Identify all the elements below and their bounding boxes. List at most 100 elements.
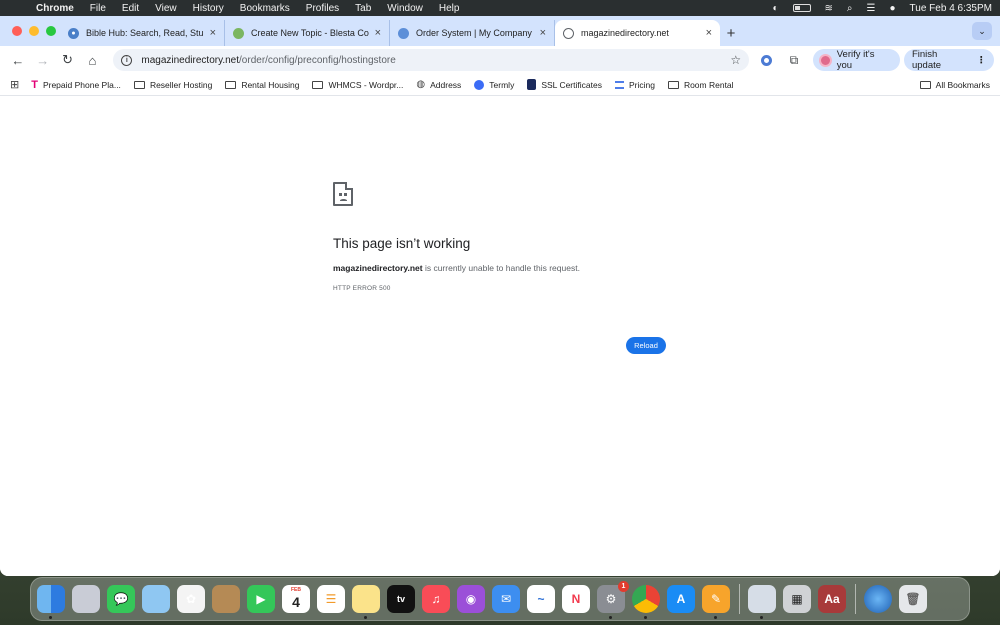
- menu-app-chrome[interactable]: Chrome: [36, 3, 74, 14]
- downloads-globe-icon[interactable]: [864, 585, 892, 613]
- menubar-clock[interactable]: Tue Feb 4 6:35PM: [910, 3, 992, 14]
- termly-icon: [474, 79, 485, 90]
- pages-icon[interactable]: ✎: [702, 585, 730, 619]
- app-store-icon[interactable]: A: [667, 585, 695, 613]
- folder-icon: [312, 80, 324, 89]
- address-bar[interactable]: i magazinedirectory.net /order/config/pr…: [113, 49, 750, 71]
- podcasts-icon[interactable]: ◉: [457, 585, 485, 613]
- menu-tab[interactable]: Tab: [355, 3, 371, 14]
- bookmark-label: SSL Certificates: [541, 79, 602, 90]
- close-tab-icon[interactable]: ×: [375, 27, 381, 39]
- freeform-icon[interactable]: ~: [527, 585, 555, 613]
- folder-icon: [133, 80, 145, 89]
- notes-icon[interactable]: [352, 585, 380, 619]
- error-desc-text: is currently unable to handle this reque…: [422, 263, 580, 273]
- wifi-icon[interactable]: ≋: [825, 3, 833, 14]
- tab-title: Bible Hub: Search, Read, Stu: [86, 28, 204, 38]
- calendar-month: FEB: [291, 587, 301, 593]
- launchpad-icon[interactable]: [72, 585, 100, 613]
- bookmark-prepaid-phone[interactable]: T Prepaid Phone Pla...: [31, 79, 121, 91]
- home-icon[interactable]: ⌂: [81, 48, 105, 72]
- tv-label: tv: [396, 594, 405, 604]
- finder-icon[interactable]: [37, 585, 65, 619]
- order-system-favicon-icon: [398, 27, 409, 39]
- apple-tv-icon[interactable]: tv: [387, 585, 415, 613]
- reload-icon[interactable]: ↻: [56, 48, 80, 72]
- maps-icon[interactable]: [142, 585, 170, 613]
- pricing-icon: [614, 80, 624, 89]
- bookmark-whmcs[interactable]: WHMCS - Wordpr...: [312, 80, 403, 90]
- folder-icon: [919, 80, 931, 89]
- menu-edit[interactable]: Edit: [122, 3, 139, 14]
- finish-update-label: Finish update: [911, 49, 942, 71]
- tab-blesta[interactable]: Create New Topic - Blesta Co ×: [225, 20, 390, 46]
- menu-profiles[interactable]: Profiles: [306, 3, 339, 14]
- bookmark-label: Room Rental: [683, 79, 734, 90]
- folder-icon: [225, 80, 237, 89]
- extension-circle-icon[interactable]: [755, 49, 777, 71]
- bookmark-pricing[interactable]: Pricing: [614, 80, 655, 90]
- news-icon[interactable]: N: [562, 585, 590, 613]
- close-tab-icon[interactable]: ×: [540, 27, 546, 39]
- dictionary-icon[interactable]: Aa: [818, 585, 846, 613]
- preview-icon[interactable]: [748, 585, 776, 619]
- spotlight-search-icon[interactable]: ⌕: [847, 3, 853, 14]
- battery-icon[interactable]: [792, 4, 811, 12]
- contacts-icon[interactable]: [212, 585, 240, 613]
- tab-search-chevron-icon[interactable]: ⌄: [972, 22, 992, 40]
- error-description: magazinedirectory.net is currently unabl…: [333, 263, 673, 273]
- tab-bible-hub[interactable]: ● Bible Hub: Search, Read, Stu ×: [60, 20, 225, 46]
- extensions-puzzle-icon[interactable]: ⧉: [783, 49, 805, 71]
- menu-window[interactable]: Window: [387, 3, 423, 14]
- focus-moon-icon[interactable]: ◐: [772, 3, 778, 14]
- system-settings-icon[interactable]: ⚙ 1: [597, 581, 629, 619]
- bookmark-room-rental[interactable]: Room Rental: [667, 79, 734, 90]
- messages-icon[interactable]: 💬: [107, 585, 135, 613]
- tab-order-system[interactable]: Order System | My Company ×: [390, 20, 555, 46]
- bookmark-rental-housing[interactable]: Rental Housing: [225, 80, 299, 90]
- menu-view[interactable]: View: [155, 3, 177, 14]
- facetime-icon[interactable]: ▶: [247, 585, 275, 613]
- bookmark-reseller-hosting[interactable]: Reseller Hosting: [133, 80, 212, 90]
- chrome-icon[interactable]: [632, 585, 660, 619]
- reminders-icon[interactable]: ☰: [317, 585, 345, 613]
- all-bookmarks-label: All Bookmarks: [935, 79, 990, 90]
- menu-bookmarks[interactable]: Bookmarks: [240, 3, 290, 14]
- verify-label: Verify it's you: [836, 49, 875, 71]
- bookmark-ssl-certificates[interactable]: SSL Certificates: [527, 79, 602, 90]
- kebab-menu-icon[interactable]: ⋮: [977, 55, 987, 66]
- bookmark-address[interactable]: ◍ Address: [416, 79, 461, 90]
- control-center-icon[interactable]: ☰: [867, 3, 876, 14]
- verify-profile-button[interactable]: Verify it's you: [812, 49, 900, 71]
- back-arrow-icon[interactable]: ←: [6, 48, 30, 72]
- minimize-window-button[interactable]: [29, 26, 39, 36]
- bookmark-termly[interactable]: Termly: [474, 79, 514, 90]
- music-icon[interactable]: ♫: [422, 585, 450, 613]
- menu-help[interactable]: Help: [439, 3, 460, 14]
- apps-grid-icon[interactable]: ⊞: [10, 78, 19, 91]
- bible-hub-favicon-icon: ●: [68, 27, 79, 39]
- finish-update-button[interactable]: Finish update ⋮: [903, 49, 995, 71]
- new-tab-button[interactable]: +: [720, 20, 742, 46]
- bookmark-star-icon[interactable]: ☆: [730, 53, 741, 67]
- menu-file[interactable]: File: [90, 3, 106, 14]
- bookmark-label: Prepaid Phone Pla...: [42, 79, 121, 90]
- menu-history[interactable]: History: [193, 3, 224, 14]
- photos-icon[interactable]: ✿: [177, 585, 205, 613]
- siri-icon[interactable]: ●: [890, 3, 896, 14]
- reload-button[interactable]: Reload: [626, 337, 666, 354]
- zoom-window-button[interactable]: [46, 26, 56, 36]
- mail-icon[interactable]: ✉: [492, 585, 520, 613]
- folder-icon: [667, 80, 679, 89]
- close-window-button[interactable]: [12, 26, 22, 36]
- calendar-icon[interactable]: FEB 4: [282, 585, 310, 613]
- calculator-icon[interactable]: ▦: [783, 585, 811, 613]
- all-bookmarks-button[interactable]: All Bookmarks: [919, 79, 990, 90]
- tab-title: magazinedirectory.net: [581, 28, 669, 38]
- close-tab-icon[interactable]: ×: [210, 27, 216, 39]
- forward-arrow-icon[interactable]: →: [31, 48, 55, 72]
- site-info-icon[interactable]: i: [121, 54, 133, 66]
- trash-icon[interactable]: 🗑: [899, 585, 927, 613]
- tab-magazinedirectory[interactable]: magazinedirectory.net ×: [555, 20, 720, 46]
- close-tab-icon[interactable]: ×: [706, 27, 712, 39]
